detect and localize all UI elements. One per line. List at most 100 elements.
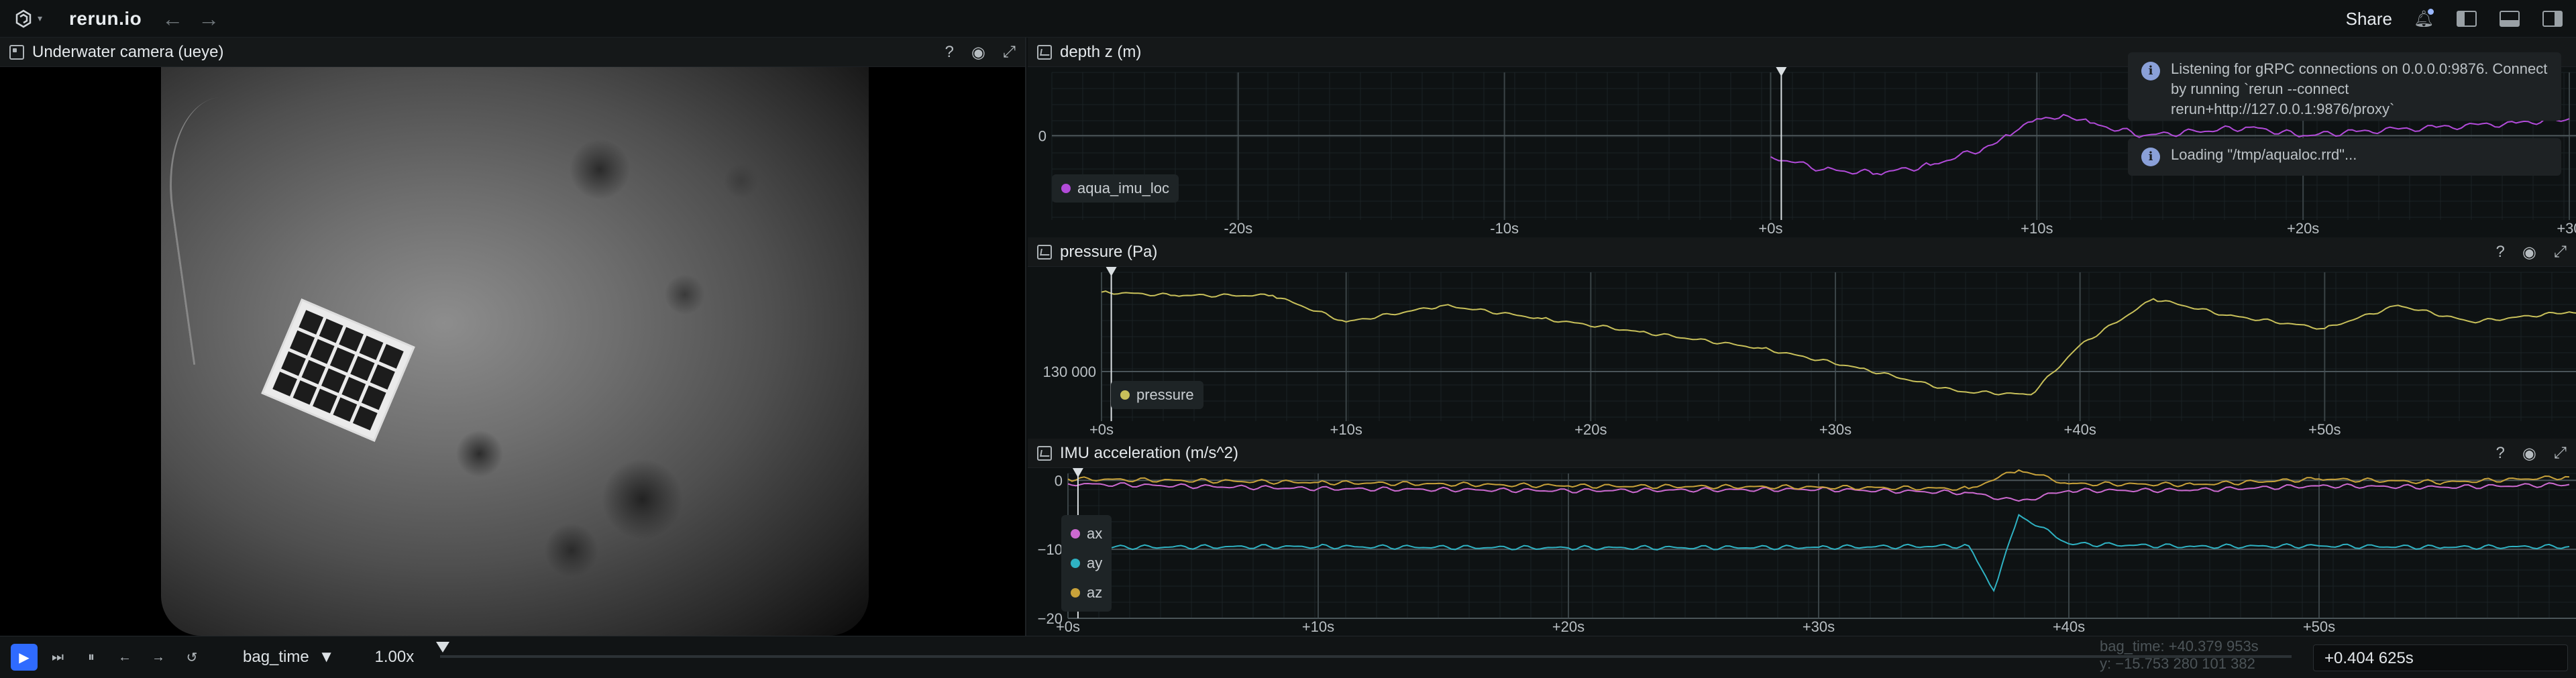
pressure-plot-panel[interactable]: pressure (Pa) ? ◉ ⤢ +0s +10s +20s +30s +40s +… <box>1028 237 2576 439</box>
timeline-selector[interactable]: bag_time ▼ <box>243 648 335 667</box>
imu-plot-svg[interactable]: +0s +10s +20s +30s +40s +50s0−10−20 <box>1028 468 2576 636</box>
eye-icon[interactable]: ◉ <box>2522 444 2536 463</box>
info-icon: i <box>2141 148 2160 166</box>
playback-speed[interactable]: 1.00x <box>375 648 415 667</box>
help-icon[interactable]: ? <box>945 43 953 62</box>
x-tick-label: +40s <box>2064 421 2096 438</box>
series-line-pressure <box>1101 290 2576 396</box>
grpc-toast[interactable]: i Listening for gRPC connections on 0.0.… <box>2128 52 2561 121</box>
imu-plot-panel[interactable]: IMU acceleration (m/s^2) ? ◉ ⤢ +0s +10s +2… <box>1028 439 2576 636</box>
pressure-plot-svg[interactable]: +0s +10s +20s +30s +40s +50s 130 000 <box>1028 267 2576 439</box>
camera-panel-header[interactable]: Underwater camera (ueye) ? ◉ ⤢ <box>0 38 1025 67</box>
bell-icon[interactable]: 🔔︎ <box>2412 7 2435 30</box>
hover-time: bag_time: +40.379 953s <box>2100 638 2259 655</box>
play-button[interactable]: ▶ <box>11 644 38 671</box>
timeline-track[interactable] <box>440 655 2292 658</box>
current-time-input[interactable]: +0.404 625s <box>2313 644 2568 671</box>
arrow-left-icon[interactable]: ← <box>162 8 183 30</box>
timeseries-view-icon <box>1037 44 1052 60</box>
x-tick-label: +50s <box>2303 618 2335 635</box>
x-tick-label: -20s <box>1224 220 1252 237</box>
share-button[interactable]: Share <box>2346 9 2392 30</box>
x-tick-label: +0s <box>1758 220 1782 237</box>
help-icon[interactable]: ? <box>2496 444 2504 463</box>
toggle-bottom-panel-button[interactable] <box>2498 7 2521 30</box>
legend-item-ax[interactable]: ax <box>1071 519 1102 549</box>
image-view-icon <box>9 44 24 60</box>
eye-icon[interactable]: ◉ <box>2522 243 2536 262</box>
pressure-plot-header[interactable]: pressure (Pa) ? ◉ ⤢ <box>1028 237 2576 267</box>
x-tick-label: +30s <box>1803 618 1835 635</box>
x-tick-label: +10s <box>1330 421 1362 438</box>
maximize-icon[interactable]: ⤢ <box>1003 43 1016 62</box>
x-tick-label: +20s <box>1552 618 1585 635</box>
step-forward-button[interactable]: → <box>145 644 172 671</box>
series-color-dot <box>1071 588 1080 598</box>
x-tick-label: +20s <box>1574 421 1607 438</box>
x-tick-label: +40s <box>2053 618 2085 635</box>
loading-toast[interactable]: i Loading "/tmp/aqualoc.rrd"... <box>2128 138 2561 176</box>
legend-label: pressure <box>1136 386 1194 403</box>
pause-button[interactable]: ⏸ <box>78 644 105 671</box>
imu-plot-header[interactable]: IMU acceleration (m/s^2) ? ◉ ⤢ <box>1028 439 2576 468</box>
chevron-down-icon[interactable]: ▾ <box>38 13 42 24</box>
rerun-logo-icon[interactable] <box>12 7 35 30</box>
top-bar: ▾ rerun.io ← → Share 🔔︎ <box>0 0 2576 38</box>
toast-text: Listening for gRPC connections on 0.0.0.… <box>2171 60 2548 117</box>
time-cursor-handle[interactable] <box>436 642 449 653</box>
pressure-plot-controls: ? ◉ ⤢ <box>2496 237 2567 267</box>
legend-item-pressure[interactable]: pressure <box>1120 385 1194 405</box>
timeseries-view-icon <box>1037 445 1052 461</box>
x-tick-label: +30s <box>1819 421 1851 438</box>
camera-view-panel[interactable]: Underwater camera (ueye) ? ◉ ⤢ <box>0 38 1026 636</box>
pressure-plot-legend[interactable]: pressure <box>1111 381 1203 409</box>
timeseries-view-icon <box>1037 244 1052 260</box>
step-back-button[interactable]: ← <box>111 644 138 671</box>
legend-item-aqua-imu-loc[interactable]: aqua_imu_loc <box>1061 178 1169 199</box>
x-tick-label: +50s <box>2308 421 2341 438</box>
depth-plot-title: depth z (m) <box>1060 42 1142 61</box>
maximize-icon[interactable]: ⤢ <box>2554 444 2567 463</box>
hover-tooltip: bag_time: +40.379 953s y: −15.753 280 10… <box>2100 638 2259 673</box>
right-panel-icon <box>2542 11 2563 27</box>
imu-plot-legend[interactable]: ax ay az <box>1061 515 1112 612</box>
camera-panel-title: Underwater camera (ueye) <box>32 42 224 61</box>
x-tick-label: +0s <box>1089 421 1114 438</box>
y-tick-label: −20 <box>1038 610 1063 627</box>
follow-button[interactable]: ⏭ <box>44 644 71 671</box>
pressure-plot-title: pressure (Pa) <box>1060 242 1158 261</box>
toggle-left-panel-button[interactable] <box>2455 7 2478 30</box>
series-color-dot <box>1061 184 1071 193</box>
imu-plot-canvas[interactable]: +0s +10s +20s +30s +40s +50s 0 −10 −20 ax ay az <box>1028 468 2576 636</box>
left-panel-icon <box>2457 11 2477 27</box>
time-cursor-marker <box>1776 67 1787 76</box>
depth-plot-legend[interactable]: aqua_imu_loc <box>1052 174 1179 203</box>
time-panel: ▶ ⏭ ⏸ ← → ↺ bag_time ▼ 1.00x bag_time: +… <box>0 636 2576 678</box>
legend-label: aqua_imu_loc <box>1077 180 1169 196</box>
notification-dot <box>2428 9 2434 15</box>
underwater-camera-image <box>161 67 869 636</box>
plots-area: depth z (m) -20s -10s +0s +10s +20s +30 0 aqua… <box>1028 38 2576 636</box>
pressure-plot-canvas[interactable]: +0s +10s +20s +30s +40s +50s 130 000 pressure <box>1028 267 2576 439</box>
x-tick-label: -10s <box>1490 220 1519 237</box>
legend-label: az <box>1087 584 1103 601</box>
topbar-actions: Share 🔔︎ <box>2346 0 2564 38</box>
y-tick-label: 130 000 <box>1042 363 1096 380</box>
help-icon[interactable]: ? <box>2496 243 2504 262</box>
legend-item-az[interactable]: az <box>1071 578 1102 608</box>
legend-item-ay[interactable]: ay <box>1071 549 1102 578</box>
x-tick-label: +20s <box>2287 220 2319 237</box>
maximize-icon[interactable]: ⤢ <box>2554 243 2567 262</box>
y-tick-label: 0 <box>1055 472 1063 489</box>
info-icon: i <box>2141 62 2160 80</box>
bottom-panel-icon <box>2500 11 2520 27</box>
camera-image-area[interactable] <box>0 67 1025 636</box>
loop-button[interactable]: ↺ <box>178 644 205 671</box>
x-tick-label: +10s <box>1302 618 1334 635</box>
imu-plot-title: IMU acceleration (m/s^2) <box>1060 443 1238 462</box>
series-color-dot <box>1071 529 1080 539</box>
eye-icon[interactable]: ◉ <box>971 43 985 62</box>
toggle-right-panel-button[interactable] <box>2541 7 2564 30</box>
chevron-down-icon: ▼ <box>318 648 335 666</box>
arrow-right-icon[interactable]: → <box>198 8 219 30</box>
